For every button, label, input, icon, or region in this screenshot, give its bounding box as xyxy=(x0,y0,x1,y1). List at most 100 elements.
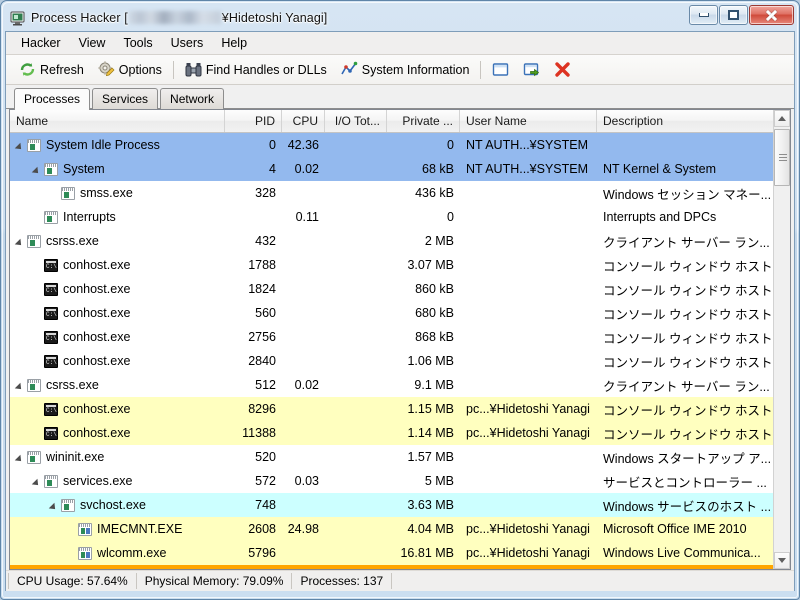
cell-priv: 860 kB xyxy=(415,282,454,296)
table-row[interactable]: conhost.exe 560 680 kB コンソール ウィンドウ ホスト xyxy=(10,301,790,325)
close-button[interactable] xyxy=(749,5,794,25)
tab-network[interactable]: Network xyxy=(160,88,225,109)
tree-expand-arrow-icon[interactable] xyxy=(50,501,59,510)
maximize-button[interactable] xyxy=(719,5,748,25)
cell-desc: Windows セッション マネー... xyxy=(603,187,772,202)
terminate-button[interactable] xyxy=(547,59,578,80)
cell-priv: 1.57 MB xyxy=(407,450,454,464)
table-row[interactable]: IMECMNT.EXE 2608 24.98 4.04 MB pc...¥Hidetos… xyxy=(10,517,790,541)
table-row[interactable]: System 4 0.02 68 kB NT AUTH...¥SYSTEM NT Kern… xyxy=(10,157,790,181)
console-process-icon xyxy=(44,258,58,272)
show-window-button[interactable] xyxy=(485,59,516,80)
process-icon xyxy=(27,234,41,248)
column-header-user[interactable]: User Name xyxy=(460,110,597,132)
cell-priv: 868 kB xyxy=(415,330,454,344)
app-monitor-icon xyxy=(10,10,26,26)
tab-processes[interactable]: Processes xyxy=(14,88,91,110)
cell-name: conhost.exe xyxy=(10,354,225,368)
tab-services[interactable]: Services xyxy=(92,88,159,109)
cell-desc: Interrupts and DPCs xyxy=(603,210,717,224)
table-row[interactable]: conhost.exe 8296 1.15 MB pc...¥Hidetoshi Ya… xyxy=(10,397,790,421)
console-process-icon xyxy=(44,402,58,416)
menu-item-view[interactable]: View xyxy=(70,33,115,53)
table-row[interactable]: conhost.exe 11388 1.14 MB pc...¥Hidetoshi Y… xyxy=(10,421,790,445)
office-process-icon xyxy=(78,522,92,536)
cell-user: NT AUTH...¥SYSTEM xyxy=(466,162,589,176)
cell-name: Interrupts xyxy=(10,210,225,224)
cell-cpu: 0.11 xyxy=(295,210,319,224)
table-row[interactable]: csrss.exe 432 2 MB クライアント サーバー ラン... xyxy=(10,229,790,253)
table-row[interactable]: svchost.exe 748 3.63 MB Windows サービスのホスト ..… xyxy=(10,493,790,517)
cell-pid: 0 xyxy=(269,138,276,152)
window-title-prefix: Process Hacker [ xyxy=(31,11,128,25)
tree-expand-arrow-icon[interactable] xyxy=(16,141,25,150)
maximize-icon xyxy=(728,10,739,20)
table-row[interactable]: conhost.exe 2840 1.06 MB コンソール ウィンドウ ホスト xyxy=(10,349,790,373)
options-button[interactable]: Options xyxy=(91,59,169,80)
column-header-name[interactable]: Name xyxy=(10,110,225,132)
process-hacker-window: Process Hacker [¥Hidetoshi Yanagi] Hacke… xyxy=(0,0,800,600)
cell-pid: 5796 xyxy=(248,546,276,560)
tree-expand-arrow-icon[interactable] xyxy=(33,477,42,486)
scroll-down-button[interactable] xyxy=(774,552,790,569)
tree-expand-arrow-icon[interactable] xyxy=(16,453,25,462)
cell-priv: 1.14 MB xyxy=(407,426,454,440)
vertical-scrollbar[interactable] xyxy=(773,110,790,569)
tab-strip: Processes Services Network xyxy=(6,85,794,110)
column-header-io[interactable]: I/O Tot... xyxy=(325,110,387,132)
menu-item-hacker[interactable]: Hacker xyxy=(12,33,70,53)
options-gear-icon xyxy=(98,61,115,78)
cell-priv: 1.06 MB xyxy=(407,354,454,368)
process-name-label: System xyxy=(63,162,105,176)
table-row[interactable]: csrss.exe 512 0.02 9.1 MB クライアント サーバー ラン... xyxy=(10,373,790,397)
refresh-icon xyxy=(19,61,36,78)
cell-name: System Idle Process xyxy=(10,138,225,152)
table-row[interactable]: smss.exe 328 436 kB Windows セッション マネー... xyxy=(10,181,790,205)
scroll-up-button[interactable] xyxy=(774,110,790,127)
tree-expand-arrow-icon[interactable] xyxy=(33,165,42,174)
process-icon xyxy=(27,450,41,464)
refresh-button[interactable]: Refresh xyxy=(12,59,91,80)
office-process-icon xyxy=(78,546,92,560)
minimize-button[interactable] xyxy=(689,5,718,25)
table-row[interactable]: IMECMNT.EXE855212.483.47 MBpc...¥Hidetos… xyxy=(10,565,790,569)
process-icon xyxy=(61,498,75,512)
menu-item-help[interactable]: Help xyxy=(212,33,256,53)
table-row[interactable]: wininit.exe 520 1.57 MB Windows スタートアップ ア..… xyxy=(10,445,790,469)
bring-to-front-button[interactable] xyxy=(516,59,547,80)
menu-item-tools[interactable]: Tools xyxy=(114,33,161,53)
column-header-pid[interactable]: PID xyxy=(225,110,282,132)
window-controls xyxy=(689,5,794,25)
cell-desc: Windows サービスのホスト ... xyxy=(603,499,772,514)
tree-expand-arrow-icon[interactable] xyxy=(16,381,25,390)
column-header-cpu[interactable]: CPU xyxy=(282,110,325,132)
table-row[interactable]: conhost.exe 1824 860 kB コンソール ウィンドウ ホスト xyxy=(10,277,790,301)
find-handles-button[interactable]: Find Handles or DLLs xyxy=(178,59,334,80)
process-name-label: wlcomm.exe xyxy=(97,546,167,560)
column-header-priv[interactable]: Private ... xyxy=(387,110,460,132)
window-arrow-icon xyxy=(523,61,540,78)
table-row[interactable]: conhost.exe 2756 868 kB コンソール ウィンドウ ホスト xyxy=(10,325,790,349)
process-icon xyxy=(27,138,41,152)
column-header-desc[interactable]: Description xyxy=(597,110,790,132)
scroll-thumb[interactable] xyxy=(774,129,790,186)
window-icon xyxy=(492,61,509,78)
cell-priv: 0 xyxy=(447,210,454,224)
process-name-label: svchost.exe xyxy=(80,498,147,512)
process-rows: System Idle Process 0 42.36 0 NT AUTH...¥SYS… xyxy=(10,133,790,569)
menu-item-users[interactable]: Users xyxy=(162,33,213,53)
system-information-button[interactable]: System Information xyxy=(334,59,477,80)
table-row[interactable]: conhost.exe 1788 3.07 MB コンソール ウィンドウ ホスト xyxy=(10,253,790,277)
cell-name: IMECMNT.EXE xyxy=(10,522,225,536)
cell-name: csrss.exe xyxy=(10,378,225,392)
menu-bar: Hacker View Tools Users Help xyxy=(6,32,794,55)
table-row[interactable]: Interrupts 0.11 0 Interrupts and DPCs xyxy=(10,205,790,229)
table-row[interactable]: System Idle Process 0 42.36 0 NT AUTH...¥SYS… xyxy=(10,133,790,157)
tree-expand-arrow-icon[interactable] xyxy=(16,237,25,246)
table-row[interactable]: wlcomm.exe 5796 16.81 MB pc...¥Hidetoshi Ya… xyxy=(10,541,790,565)
cell-pid: 512 xyxy=(255,378,276,392)
table-row[interactable]: services.exe 572 0.03 5 MB サービスとコントローラー ... xyxy=(10,469,790,493)
